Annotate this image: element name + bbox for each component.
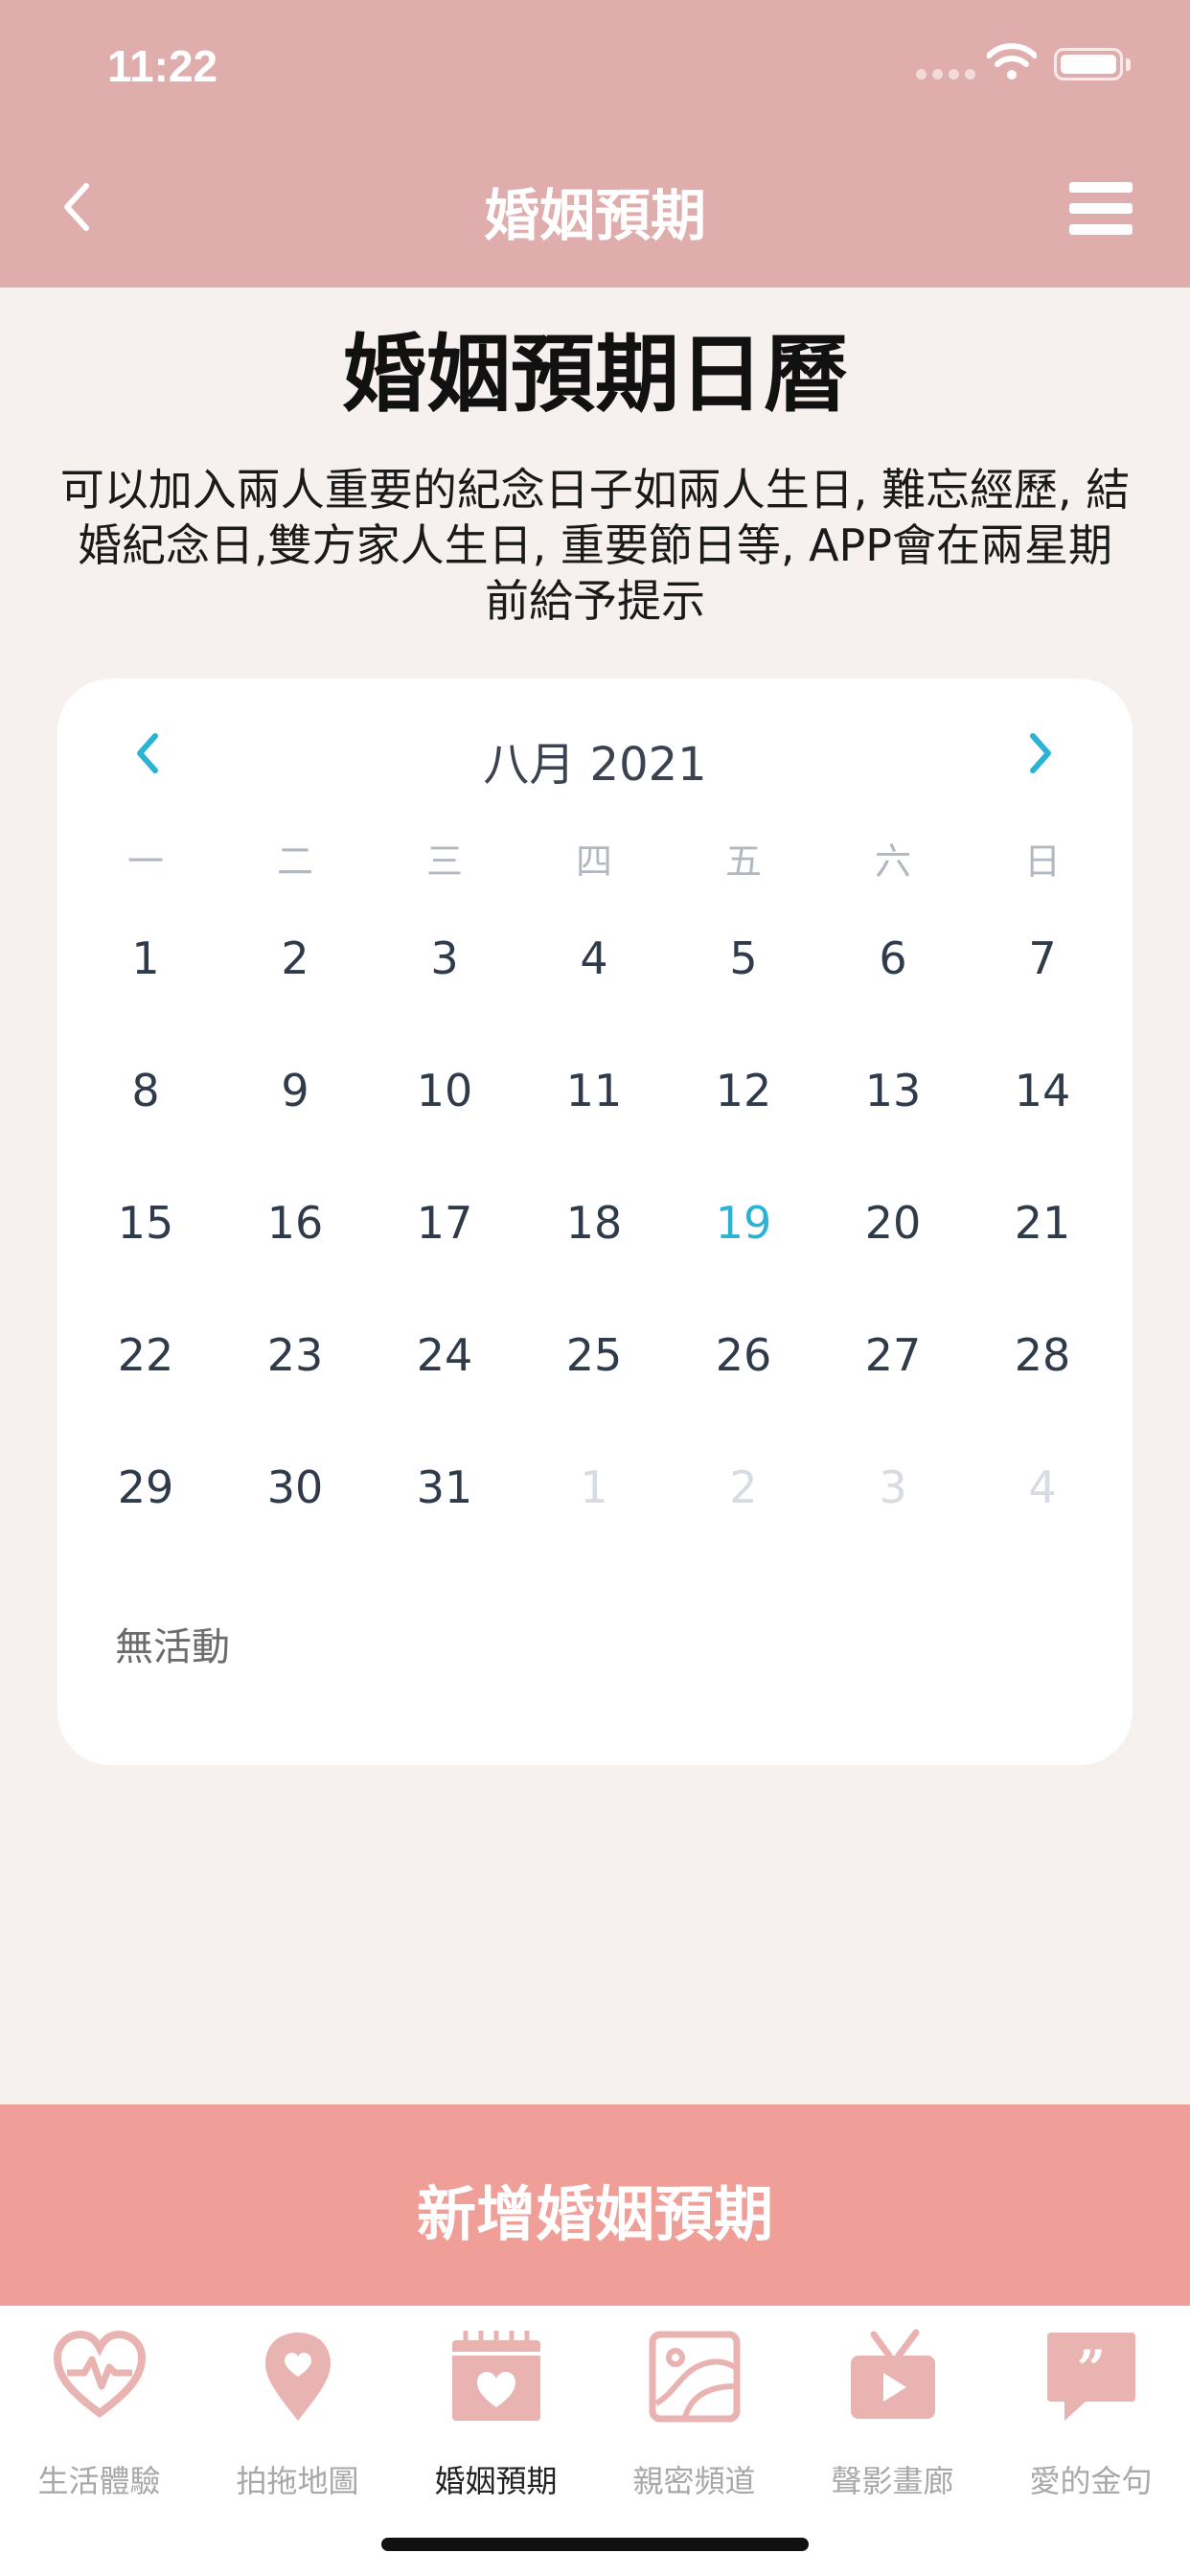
calendar-day[interactable]: 9 — [238, 1057, 353, 1124]
tab-marriage-expectation[interactable]: 婚姻預期 — [397, 2329, 595, 2520]
calendar-day-today[interactable]: 19 — [686, 1189, 801, 1256]
tab-dating-map[interactable]: 拍拖地圖 — [198, 2329, 397, 2520]
calendar-day[interactable]: 25 — [537, 1322, 652, 1389]
tab-bar: 生活體驗 拍拖地圖 婚姻預期 親密頻道 聲影畫廊 ” 愛的金句 — [0, 2306, 1190, 2576]
battery-icon — [1054, 48, 1123, 80]
calendar-day[interactable]: 17 — [387, 1189, 502, 1256]
calendar-day[interactable]: 22 — [88, 1322, 203, 1389]
calendar-day[interactable]: 4 — [537, 925, 652, 992]
calendar-day[interactable]: 15 — [88, 1189, 203, 1256]
frame-icon — [649, 2331, 741, 2423]
weekday-label: 三 — [425, 840, 463, 883]
quote-bubble-icon: ” — [1047, 2333, 1135, 2421]
calendar-day-other-month[interactable]: 4 — [985, 1454, 1100, 1521]
calendar-card: 八月 2021 一 二 三 四 五 六 日 1 2 3 4 5 6 7 8 9 10 11 12 13 1… — [57, 678, 1133, 1765]
calendar-day-other-month[interactable]: 1 — [537, 1454, 652, 1521]
weekday-label: 五 — [724, 840, 762, 883]
calendar-day[interactable]: 7 — [985, 925, 1100, 992]
tab-label: 聲影畫廊 — [831, 2463, 954, 2499]
tab-label: 婚姻預期 — [434, 2463, 558, 2499]
menu-button[interactable] — [1069, 182, 1133, 236]
calendar-day[interactable]: 29 — [88, 1454, 203, 1521]
signal-icon — [916, 69, 975, 80]
calendar-month-label: 八月 2021 — [483, 738, 707, 792]
tab-label: 生活體驗 — [37, 2463, 161, 2499]
calendar-day[interactable]: 5 — [686, 925, 801, 992]
weekday-label: 四 — [575, 840, 612, 883]
tab-audio-gallery[interactable]: 聲影畫廊 — [793, 2329, 992, 2520]
weekday-label: 日 — [1023, 840, 1061, 883]
tab-intimate-channel[interactable]: 親密頻道 — [595, 2329, 793, 2520]
calendar-day[interactable]: 26 — [686, 1322, 801, 1389]
next-month-button[interactable] — [1016, 724, 1064, 782]
weekday-label: 二 — [276, 840, 313, 883]
tab-label: 拍拖地圖 — [236, 2463, 359, 2499]
calendar-day[interactable]: 28 — [985, 1322, 1100, 1389]
calendar-day[interactable]: 2 — [238, 925, 353, 992]
status-time: 11:22 — [107, 41, 218, 91]
tab-label: 親密頻道 — [632, 2463, 756, 2499]
tab-love-quotes[interactable]: ” 愛的金句 — [992, 2329, 1190, 2520]
page-description: 可以加入兩人重要的紀念日子如兩人生日, 難忘經歷, 結婚紀念日,雙方家人生日, … — [59, 464, 1131, 627]
header-title: 婚姻預期 — [483, 183, 706, 248]
calendar-day[interactable]: 1 — [88, 925, 203, 992]
calendar-heart-icon — [452, 2331, 540, 2421]
map-pin-heart-icon — [265, 2333, 331, 2421]
calendar-day[interactable]: 6 — [835, 925, 950, 992]
calendar-day[interactable]: 3 — [387, 925, 502, 992]
calendar-day[interactable]: 27 — [835, 1322, 950, 1389]
tab-label: 愛的金句 — [1029, 2463, 1153, 2499]
no-event-text: 無活動 — [115, 1625, 230, 1669]
add-button-label: 新增婚姻預期 — [416, 2179, 773, 2249]
calendar-day[interactable]: 12 — [686, 1057, 801, 1124]
weekday-label: 六 — [874, 840, 911, 883]
weekday-label: 一 — [126, 840, 164, 883]
calendar-day[interactable]: 21 — [985, 1189, 1100, 1256]
calendar-day-other-month[interactable]: 3 — [835, 1454, 950, 1521]
svg-text:”: ” — [1077, 2340, 1106, 2399]
calendar-day[interactable]: 20 — [835, 1189, 950, 1256]
tv-play-icon — [851, 2329, 935, 2419]
calendar-day[interactable]: 23 — [238, 1322, 353, 1389]
wifi-icon — [987, 43, 1037, 80]
calendar-day[interactable]: 30 — [238, 1454, 353, 1521]
page-title: 婚姻預期日曆 — [341, 325, 848, 424]
header: 11:22 婚姻預期 — [0, 0, 1190, 288]
calendar-day-other-month[interactable]: 2 — [686, 1454, 801, 1521]
calendar-day[interactable]: 18 — [537, 1189, 652, 1256]
calendar-day[interactable]: 10 — [387, 1057, 502, 1124]
tab-life-experience[interactable]: 生活體驗 — [0, 2329, 198, 2520]
calendar-day[interactable]: 16 — [238, 1189, 353, 1256]
add-marriage-expectation-button[interactable]: 新增婚姻預期 — [0, 2104, 1190, 2306]
calendar-day[interactable]: 24 — [387, 1322, 502, 1389]
calendar-day[interactable]: 13 — [835, 1057, 950, 1124]
home-indicator — [381, 2538, 809, 2551]
battery-tip — [1126, 58, 1131, 71]
calendar-day[interactable]: 31 — [387, 1454, 502, 1521]
calendar-day[interactable]: 8 — [88, 1057, 203, 1124]
heartbeat-icon — [53, 2330, 147, 2418]
calendar-day[interactable]: 14 — [985, 1057, 1100, 1124]
calendar-day[interactable]: 11 — [537, 1057, 652, 1124]
